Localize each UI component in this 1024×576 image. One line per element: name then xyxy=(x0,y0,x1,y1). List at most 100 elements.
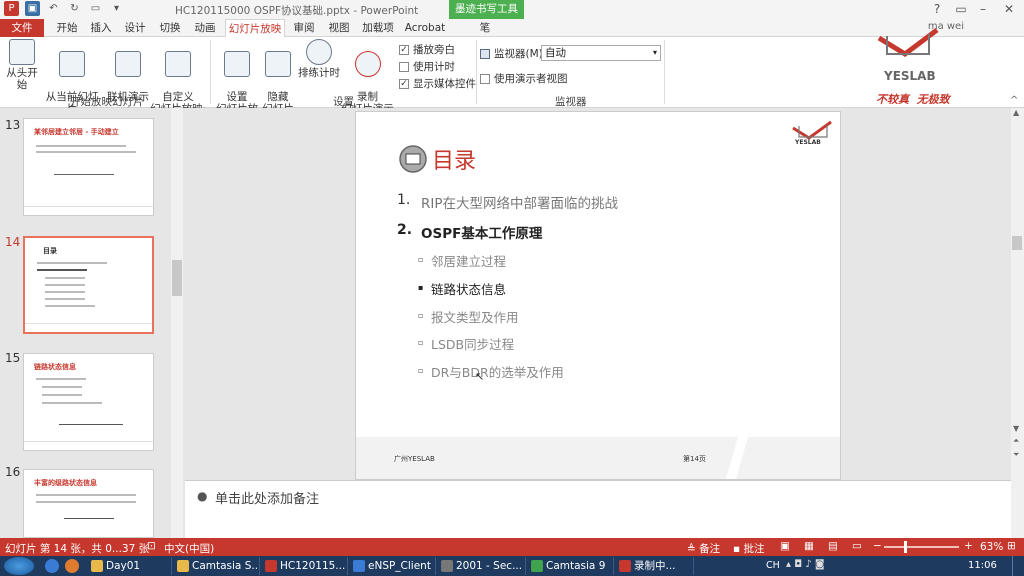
thumbnail-text-line xyxy=(36,501,136,503)
taskbar-item[interactable]: Camtasia 9 xyxy=(528,557,614,575)
thumbnail-title: 某邻居建立邻居 - 手动建立 xyxy=(34,128,119,136)
help-button[interactable]: ? xyxy=(926,0,948,19)
slide-sorter-icon[interactable]: ▦ xyxy=(804,540,814,552)
slide-scrollbar[interactable]: ▲ ▼ ⏶ ⏷ xyxy=(1011,108,1024,538)
clock[interactable]: 11:06 xyxy=(968,560,997,571)
slide-thumbnail-pane: 13 某邻居建立邻居 - 手动建立 14 目录 15 链路状态信息 16 丰富的… xyxy=(0,108,185,538)
previous-slide-icon[interactable]: ⏶ xyxy=(1013,436,1019,446)
present-online-icon xyxy=(115,51,141,77)
powerpoint-icon: P xyxy=(4,1,19,16)
slideshow-view-icon[interactable]: ▭ xyxy=(852,540,862,552)
scroll-up-icon[interactable]: ▲ xyxy=(1013,108,1019,117)
status-bar: 幻灯片 第 14 张，共 0...37 张 ⊡ 中文(中国) ≜ 备注 ▪ 批注… xyxy=(0,538,1024,556)
rehearse-timings-button[interactable]: 排练计时 xyxy=(298,39,340,79)
tab-pen[interactable]: 笔 xyxy=(470,19,500,37)
tray-icons[interactable]: ▴ ◘ ♪ ◙ xyxy=(786,559,825,570)
slide-page-number: 第14页 xyxy=(683,455,706,463)
scrollbar-thumb[interactable] xyxy=(172,260,182,296)
zoom-in-icon[interactable]: + xyxy=(964,540,973,552)
start-button-icon[interactable] xyxy=(4,557,34,575)
taskbar-item-label: 2001 - Sec... xyxy=(456,560,523,572)
taskbar-item[interactable]: Day01 xyxy=(88,557,172,575)
ribbon-display-icon[interactable]: ▭ xyxy=(950,0,972,19)
thumbnail-number: 15 xyxy=(5,351,21,365)
taskbar-item[interactable]: Camtasia S... xyxy=(174,557,260,575)
title-bar: P ▣ ↶ ↻ ▭ ▾ HC120115000 OSPF协议基础.pptx - … xyxy=(0,0,1024,19)
next-slide-icon[interactable]: ⏷ xyxy=(1013,450,1019,460)
tab-review[interactable]: 审阅 xyxy=(290,19,318,37)
app-icon xyxy=(619,560,631,572)
tab-animations[interactable]: 动画 xyxy=(190,19,220,37)
tab-addins[interactable]: 加载项 xyxy=(358,19,398,37)
zoom-slider-thumb[interactable] xyxy=(904,541,907,553)
current-slide[interactable]: 目录 YESLAB 1. RIP在大型网络中部署面临的挑战 2. OSPF基本工… xyxy=(355,111,841,480)
checkbox-presenter-view[interactable]: 使用演示者视图 xyxy=(480,71,568,86)
notes-pane[interactable]: ● 单击此处添加备注 xyxy=(185,480,1011,538)
bullet-icon: ▫ xyxy=(418,338,424,347)
tab-transitions[interactable]: 切换 xyxy=(155,19,185,37)
fit-to-window-icon[interactable]: ⊞ xyxy=(1007,540,1016,552)
notes-toggle[interactable]: ≜ 备注 xyxy=(687,541,720,556)
tab-file[interactable]: 文件 xyxy=(0,19,44,37)
hide-slide-icon xyxy=(265,51,291,77)
collapse-ribbon-icon[interactable]: ^ xyxy=(1010,95,1018,106)
slide-thumbnail-14[interactable]: 目录 xyxy=(23,236,154,334)
thumbnail-footer xyxy=(25,323,152,324)
scroll-down-icon[interactable]: ▼ xyxy=(1013,424,1019,433)
yeslab-logo-icon xyxy=(877,28,939,58)
zoom-slider[interactable] xyxy=(884,541,959,553)
slide-thumbnail-16[interactable]: 丰富的级路状态信息 xyxy=(23,469,154,538)
save-icon[interactable]: ▣ xyxy=(25,1,40,16)
language-indicator[interactable]: 中文(中国) xyxy=(164,541,214,556)
slide-thumbnail-13[interactable]: 某邻居建立邻居 - 手动建立 xyxy=(23,118,154,216)
taskbar-item-label: 录制中... xyxy=(634,560,676,572)
scrollbar-thumb[interactable] xyxy=(1012,236,1022,250)
reading-view-icon[interactable]: ▤ xyxy=(828,540,838,552)
thumbnail-scrollbar[interactable] xyxy=(171,108,183,538)
tab-design[interactable]: 设计 xyxy=(120,19,150,37)
normal-view-icon[interactable]: ▣ xyxy=(780,540,790,552)
hide-slide-button[interactable]: 隐藏 幻灯片 xyxy=(262,39,294,115)
taskbar-item[interactable]: 2001 - Sec... xyxy=(438,557,526,575)
close-button[interactable]: ✕ xyxy=(994,0,1024,19)
toc-subitem-active: 链路状态信息 xyxy=(431,282,507,297)
checkbox-timings[interactable]: 使用计时 xyxy=(399,59,455,74)
taskbar-item-label: HC120115... xyxy=(280,560,346,572)
yeslab-logo-image xyxy=(873,24,943,68)
checkbox-narrations[interactable]: ✓ 播放旁白 xyxy=(399,42,455,57)
slide-thumbnail-15[interactable]: 链路状态信息 xyxy=(23,353,154,451)
browser-icon[interactable] xyxy=(45,559,59,573)
taskbar-item[interactable]: HC120115... xyxy=(262,557,348,575)
bullet-icon: ▫ xyxy=(418,366,424,375)
monitor-select[interactable]: 自动 ▾ xyxy=(541,45,661,61)
thumbnail-diagram xyxy=(64,518,114,519)
group-label-monitors: 监视器 xyxy=(555,96,587,108)
undo-icon[interactable]: ↶ xyxy=(46,1,61,16)
taskbar-item[interactable]: 录制中... xyxy=(616,557,694,575)
chevron-down-icon: ▾ xyxy=(652,48,657,57)
custom-slideshow-button[interactable]: 自定义 幻灯片放映· xyxy=(150,39,206,115)
zoom-out-icon[interactable]: − xyxy=(873,540,882,552)
tab-insert[interactable]: 插入 xyxy=(86,19,116,37)
thumbnail-text-line xyxy=(37,269,87,271)
taskbar-item[interactable]: eNSP_Client xyxy=(350,557,436,575)
slideshow-icon[interactable]: ▭ xyxy=(88,1,103,16)
spellcheck-icon[interactable]: ⊡ xyxy=(147,540,156,552)
checkbox-media-controls[interactable]: ✓ 显示媒体控件 xyxy=(399,76,476,91)
toc-subitem: LSDB同步过程 xyxy=(431,337,515,352)
from-beginning-button[interactable]: 从头开始 xyxy=(2,39,42,91)
toc-subitem: DR与BDR的选举及作用 xyxy=(431,365,564,380)
thumbnail-title: 链路状态信息 xyxy=(34,363,76,371)
tab-view[interactable]: 视图 xyxy=(325,19,353,37)
comments-toggle[interactable]: ▪ 批注 xyxy=(733,541,764,556)
zoom-level[interactable]: 63% xyxy=(980,541,1003,553)
redo-icon[interactable]: ↻ xyxy=(67,1,82,16)
tab-acrobat[interactable]: Acrobat xyxy=(404,19,446,37)
show-desktop-button[interactable] xyxy=(1012,556,1024,576)
tab-slideshow[interactable]: 幻灯片放映 xyxy=(225,19,285,37)
minimize-button[interactable]: – xyxy=(972,0,994,19)
input-method-indicator[interactable]: CH xyxy=(766,560,780,571)
customize-qat-icon[interactable]: ▾ xyxy=(109,1,124,16)
firefox-icon[interactable] xyxy=(65,559,79,573)
tab-home[interactable]: 开始 xyxy=(52,19,82,37)
